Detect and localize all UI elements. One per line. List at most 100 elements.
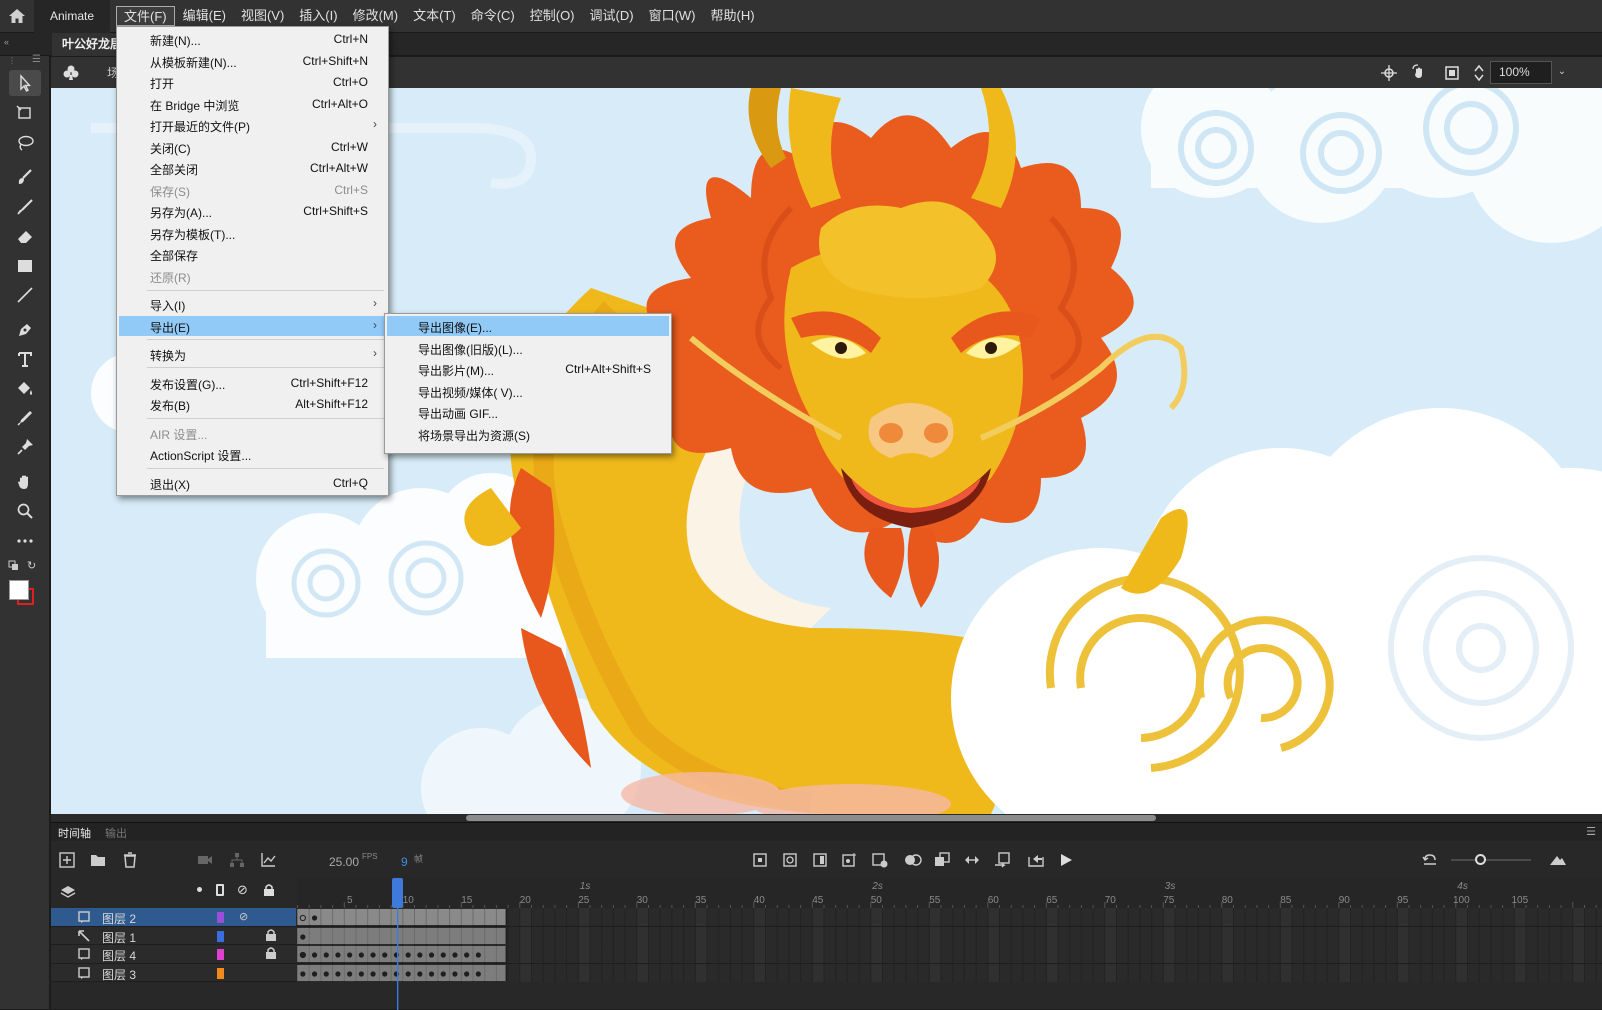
menu-item-open[interactable]: 打开 Ctrl+O (119, 72, 386, 92)
rectangle-tool-icon[interactable] (9, 253, 41, 279)
pen-tool-icon[interactable] (9, 317, 41, 343)
menu-item-publish-settings[interactable]: 发布设置(G)... Ctrl+Shift+F12 (119, 373, 386, 393)
lock-icon[interactable] (265, 946, 277, 960)
classic-tween-icon[interactable] (933, 851, 951, 869)
shape-tween-icon[interactable] (963, 851, 981, 869)
brush-tool-icon[interactable] (9, 194, 41, 220)
paint-bucket-tool-icon[interactable] (9, 376, 41, 402)
app-name-tab[interactable]: Animate (34, 0, 110, 33)
graph-icon[interactable] (259, 851, 277, 869)
menu-item-close[interactable]: 关闭(C) Ctrl+W (119, 137, 386, 157)
frame-grid[interactable] (297, 908, 1602, 982)
motion-tween-icon[interactable] (904, 851, 922, 869)
menu-item-export-image-legacy[interactable]: 导出图像(旧版)(L)... (387, 338, 669, 358)
frame-zoom-slider[interactable] (1451, 859, 1531, 861)
menu-item-export-video[interactable]: 导出视频/媒体( V)... (387, 381, 669, 401)
frame-row[interactable] (297, 908, 1602, 927)
zoom-input[interactable]: 100% (1490, 61, 1552, 84)
menu-item-export[interactable]: 导出(E) › (119, 316, 386, 336)
onion-skin-icon[interactable] (781, 851, 799, 869)
frame-row[interactable] (297, 945, 1602, 964)
undo-icon[interactable] (1421, 851, 1439, 869)
line-tool-icon[interactable] (9, 282, 41, 308)
layer-row[interactable]: 图层 4 (51, 945, 296, 964)
menu-item-publish[interactable]: 发布(B) Alt+Shift+F12 (119, 394, 386, 414)
layer-name[interactable]: 图层 1 (102, 929, 136, 946)
text-tool-icon[interactable] (9, 346, 41, 372)
layer-color-swatch[interactable] (217, 949, 224, 960)
menu-view[interactable]: 视图(V) (234, 6, 291, 26)
menu-commands[interactable]: 命令(C) (464, 6, 522, 26)
layer-row[interactable]: 图层 1 (51, 926, 296, 946)
zoom-tool-icon[interactable] (9, 498, 41, 524)
visibility-eye-off-icon[interactable]: ⊘ (237, 882, 248, 898)
visibility-eye-off-icon[interactable]: ⊘ (239, 910, 248, 923)
playhead[interactable] (391, 878, 403, 1010)
scene-icon[interactable] (61, 63, 81, 83)
play-icon[interactable] (1057, 851, 1075, 869)
menu-debug[interactable]: 调试(D) (583, 6, 641, 26)
eraser-tool-icon[interactable] (9, 223, 41, 249)
selection-tool-icon[interactable] (9, 70, 41, 96)
panel-menu-icon[interactable]: ☰ (1586, 825, 1596, 838)
menu-control[interactable]: 控制(O) (523, 6, 582, 26)
menu-item-air-settings[interactable]: AIR 设置... (119, 423, 386, 443)
lock-icon[interactable] (265, 928, 277, 942)
frame-zoom-slider-thumb[interactable] (1475, 854, 1486, 865)
layer-color-swatch[interactable] (217, 912, 224, 923)
menu-item-import[interactable]: 导入(I) › (119, 294, 386, 314)
camera-icon[interactable] (196, 851, 214, 869)
layer-name[interactable]: 图层 3 (102, 966, 136, 983)
swap-colors-icon[interactable]: ↻ (27, 559, 40, 572)
frame-row[interactable] (297, 963, 1602, 982)
insert-blank-keyframe-icon[interactable] (871, 851, 889, 869)
menu-item-exit[interactable]: 退出(X) Ctrl+Q (119, 473, 386, 493)
zoom-stepper-icon[interactable] (1469, 63, 1489, 83)
lock-icon[interactable] (263, 883, 275, 897)
scrollbar-thumb[interactable] (466, 815, 1156, 821)
stroke-color-swatch[interactable] (9, 580, 29, 600)
fps-value[interactable]: 25.00 (329, 855, 359, 869)
eyedropper-tool-icon[interactable] (9, 405, 41, 431)
center-stage-icon[interactable] (1379, 63, 1399, 83)
menu-window[interactable]: 窗口(W) (642, 6, 703, 26)
grip-icon[interactable]: ⋮ (8, 56, 16, 65)
layer-name[interactable]: 图层 2 (102, 910, 136, 927)
menu-edit[interactable]: 编辑(E) (176, 6, 233, 26)
menu-item-actionscript-settings[interactable]: ActionScript 设置... (119, 444, 386, 464)
menu-item-revert[interactable]: 还原(R) (119, 266, 386, 286)
timeline-ruler[interactable]: 5 10 15 20 25 30 35 40 45 50 55 60 65 70 75 80 85 90 95 100… (297, 878, 1602, 908)
delete-icon[interactable] (121, 851, 139, 869)
menu-help[interactable]: 帮助(H) (704, 6, 762, 26)
free-transform-tool-icon[interactable] (9, 100, 41, 126)
hand-tool-icon[interactable] (9, 469, 41, 495)
layer-parenting-icon[interactable] (228, 851, 246, 869)
menu-insert[interactable]: 插入(I) (292, 6, 344, 26)
document-tab[interactable]: 叶公好龙居 (52, 33, 120, 56)
menu-item-export-gif[interactable]: 导出动画 GIF... (387, 402, 669, 422)
menu-item-close-all[interactable]: 全部关闭 Ctrl+Alt+W (119, 158, 386, 178)
rotate-stage-icon[interactable] (1410, 63, 1430, 83)
layers-icon[interactable] (60, 884, 76, 900)
layer-row[interactable]: 图层 2 ⊘ (51, 908, 296, 927)
stage-horizontal-scrollbar[interactable] (51, 814, 1602, 822)
paint-brush-tool-icon[interactable] (9, 164, 41, 190)
highlight-layers-icon[interactable] (197, 887, 202, 892)
menu-item-save-as-template[interactable]: 另存为模板(T)... (119, 223, 386, 243)
menu-item-export-movie[interactable]: 导出影片(M)... Ctrl+Alt+Shift+S (387, 359, 669, 379)
export-frames-icon[interactable] (1027, 851, 1045, 869)
menu-item-browse-bridge[interactable]: 在 Bridge 中浏览 Ctrl+Alt+O (119, 94, 386, 114)
chevron-down-icon[interactable]: ⌄ (1554, 61, 1570, 84)
clip-content-icon[interactable] (1442, 63, 1462, 83)
menu-item-export-image[interactable]: 导出图像(E)... (387, 316, 669, 336)
tab-output[interactable]: 输出 (105, 825, 127, 841)
more-tools-icon[interactable] (9, 528, 41, 554)
mountain-icon[interactable] (1549, 851, 1567, 869)
menu-item-save-all[interactable]: 全部保存 (119, 244, 386, 264)
panel-menu-icon[interactable]: ☰ (32, 54, 41, 65)
layer-name[interactable]: 图层 4 (102, 947, 136, 964)
frame-row[interactable] (297, 926, 1602, 945)
pin-tool-icon[interactable] (9, 434, 41, 460)
menu-item-new[interactable]: 新建(N)... Ctrl+N (119, 29, 386, 49)
menu-item-save-as[interactable]: 另存为(A)... Ctrl+Shift+S (119, 201, 386, 221)
